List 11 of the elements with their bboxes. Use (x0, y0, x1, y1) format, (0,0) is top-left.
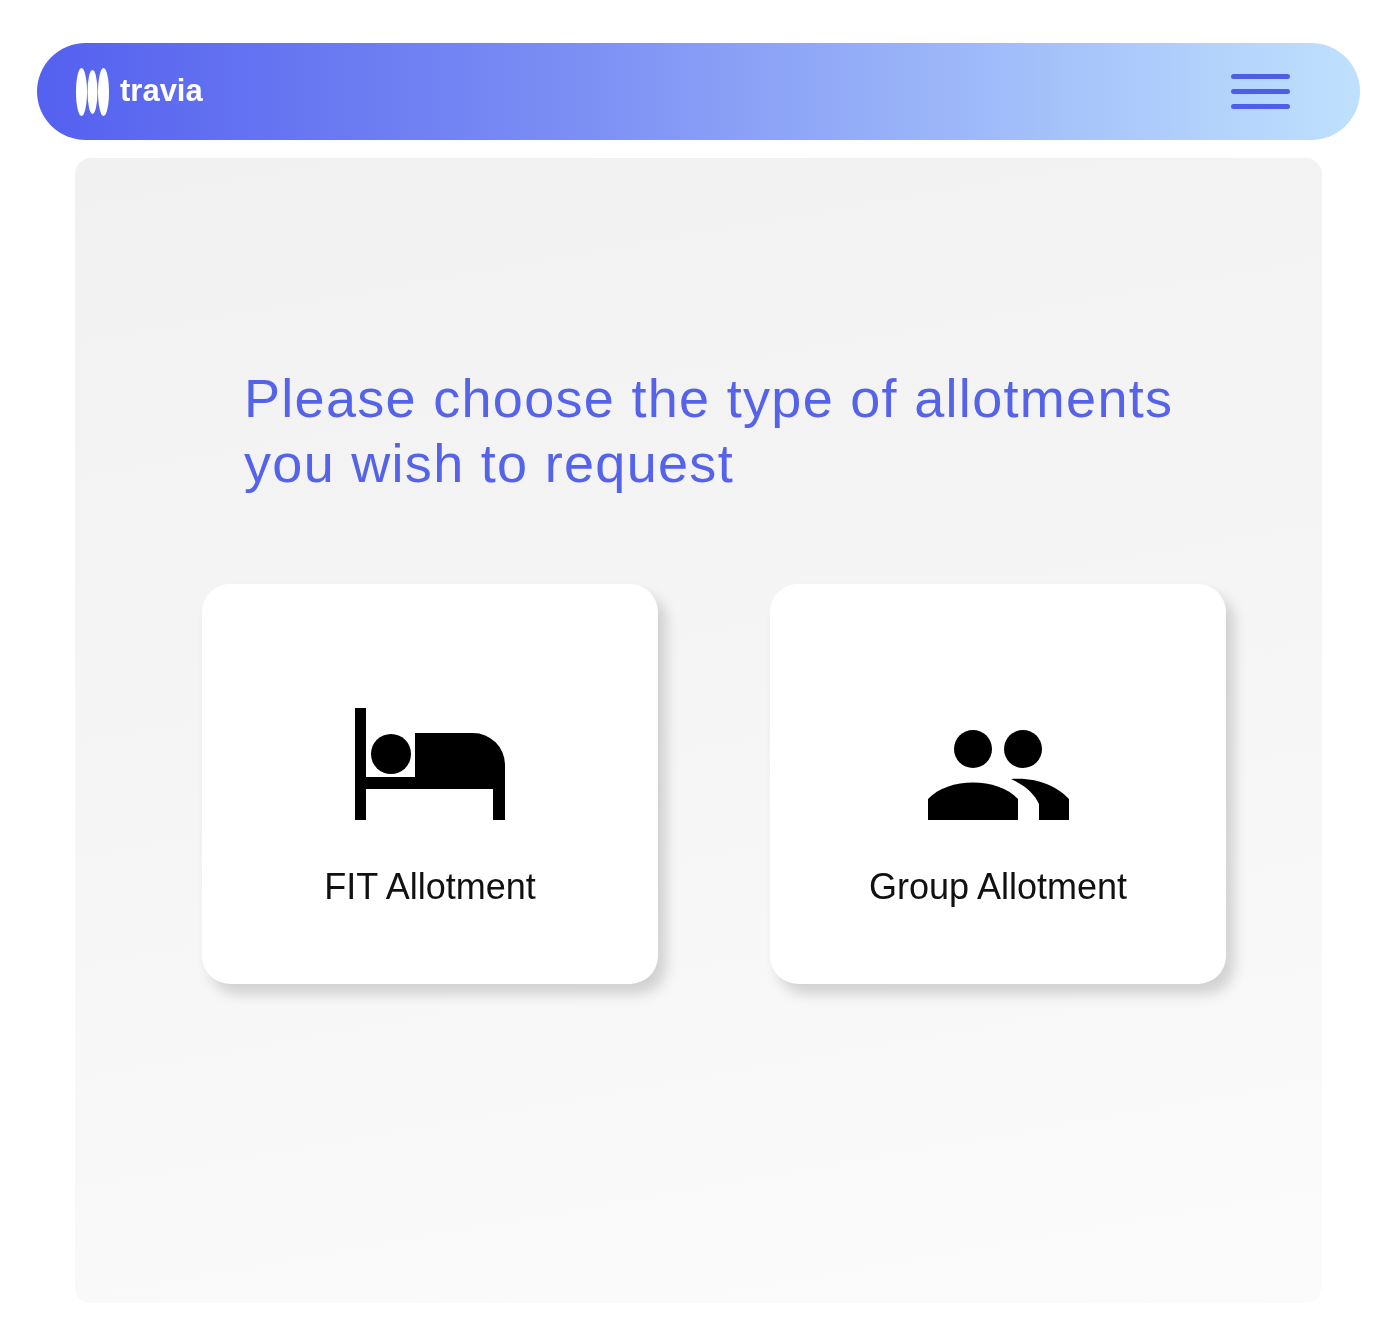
logo-icon (76, 67, 109, 116)
option-label: FIT Allotment (324, 869, 536, 905)
option-card[interactable]: Group Allotment (770, 584, 1226, 984)
option-card[interactable]: FIT Allotment (202, 584, 658, 984)
bed-icon (355, 708, 505, 820)
menu-icon (1230, 74, 1290, 109)
menu-button[interactable] (1230, 73, 1290, 110)
people-icon (927, 729, 1069, 820)
option-label: Group Allotment (868, 869, 1128, 905)
page-heading: Please choose the type of allotments you wish to request (244, 367, 1175, 495)
brand-name: travia (120, 75, 203, 108)
